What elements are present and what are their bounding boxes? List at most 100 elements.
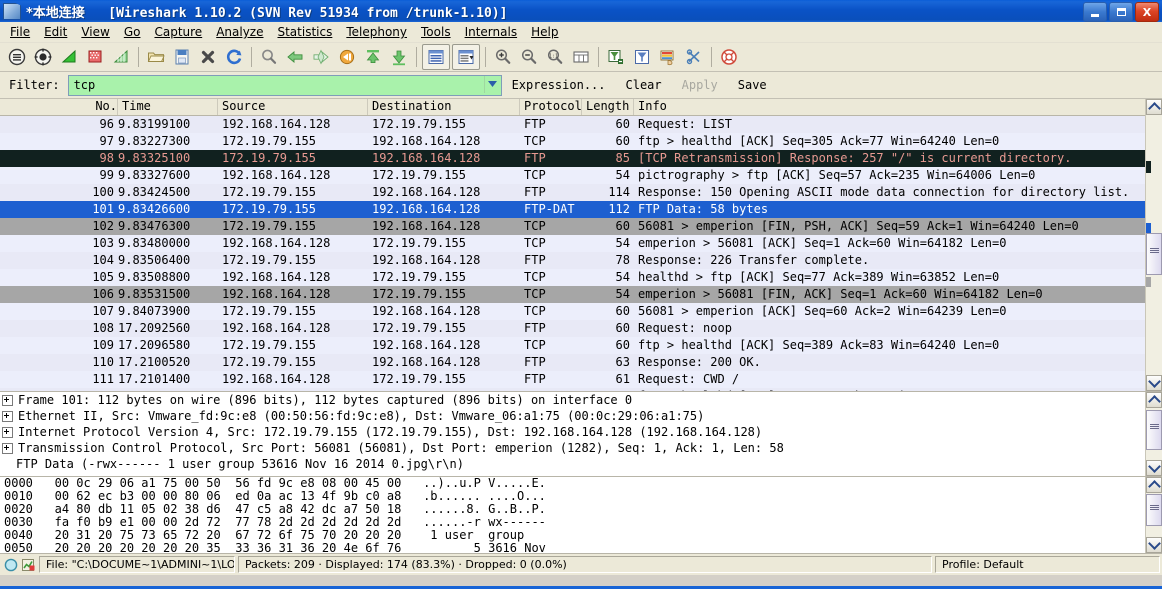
column-header-no[interactable]: No. [0,99,118,115]
column-header-protocol[interactable]: Protocol [520,99,582,115]
reload-icon[interactable] [221,45,247,69]
packet-row[interactable]: 106 9.83531500 192.168.164.128 172.19.79.15… [0,286,1162,303]
scroll-up-button[interactable] [1146,99,1162,115]
go-to-packet-icon[interactable] [334,45,360,69]
detail-tree-row[interactable]: Frame 101: 112 bytes on wire (896 bits),… [0,392,1162,408]
hex-bytes-right: 67 72 6f 75 70 20 20 20 [235,528,402,542]
menu-analyze[interactable]: Analyze [209,23,270,41]
packet-row[interactable]: 102 9.83476300 172.19.79.155 192.168.164.12… [0,218,1162,235]
scroll-thumb[interactable] [1146,410,1162,450]
capture-filters-icon[interactable] [603,45,629,69]
packet-row[interactable]: 105 9.83508800 192.168.164.128 172.19.79.15… [0,269,1162,286]
packet-row[interactable]: 96 9.83199100 192.168.164.128 172.19.79.155… [0,116,1162,133]
menu-view[interactable]: View [74,23,116,41]
menu-go[interactable]: Go [117,23,148,41]
menu-help[interactable]: Help [524,23,565,41]
packet-row[interactable]: 109 17.2096580 172.19.79.155 192.168.164.12… [0,337,1162,354]
apply-filter-button[interactable]: Apply [672,78,728,92]
scroll-up-button[interactable] [1146,477,1162,493]
expression-button[interactable]: Expression... [502,78,616,92]
zoom-reset-icon[interactable]: 1:1 [542,45,568,69]
scroll-thumb[interactable] [1146,233,1162,275]
menu-internals[interactable]: Internals [458,23,525,41]
packet-row[interactable]: 100 9.83424500 172.19.79.155 192.168.164.12… [0,184,1162,201]
resize-columns-icon[interactable] [568,45,594,69]
open-file-icon[interactable] [143,45,169,69]
preferences-icon[interactable] [681,45,707,69]
packet-row[interactable]: 99 9.83327600 192.168.164.128 172.19.79.155… [0,167,1162,184]
column-header-destination[interactable]: Destination [368,99,520,115]
packet-row[interactable]: 107 9.84073900 172.19.79.155 192.168.164.12… [0,303,1162,320]
detail-tree-row[interactable]: Internet Protocol Version 4, Src: 172.19… [0,424,1162,440]
coloring-rules-icon[interactable] [655,45,681,69]
packet-row[interactable]: 97 9.83227300 172.19.79.155 192.168.164.128… [0,133,1162,150]
packet-row[interactable]: 104 9.83506400 172.19.79.155 192.168.164.12… [0,252,1162,269]
go-to-last-icon[interactable] [386,45,412,69]
column-header-source[interactable]: Source [218,99,368,115]
packet-cell-length: 61 [615,372,630,386]
packet-row[interactable]: 108 17.2092560 192.168.164.128 172.19.79.15… [0,320,1162,337]
packet-list-scrollbar[interactable] [1145,99,1162,391]
expand-icon[interactable] [2,394,13,406]
menu-edit[interactable]: Edit [37,23,74,41]
hex-dump-row[interactable]: 0050 20 20 20 20 20 20 20 35 33 36 31 36… [0,542,1162,554]
packet-row[interactable]: 110 17.2100520 172.19.79.155 192.168.164.12… [0,354,1162,371]
packet-bytes-scrollbar[interactable] [1145,477,1162,553]
restart-capture-icon[interactable] [108,45,134,69]
packet-row[interactable]: 101 9.83426600 172.19.79.155 192.168.164.12… [0,201,1162,218]
menu-capture[interactable]: Capture [147,23,209,41]
expand-icon[interactable] [2,410,13,422]
scroll-down-button[interactable] [1146,460,1162,476]
go-forward-icon[interactable] [308,45,334,69]
start-capture-icon[interactable] [56,45,82,69]
zoom-out-icon[interactable] [516,45,542,69]
scroll-down-button[interactable] [1146,375,1162,391]
packet-row[interactable]: 103 9.83480000 192.168.164.128 172.19.79.15… [0,235,1162,252]
packet-cell-protocol: FTP [524,185,546,199]
packet-details-scrollbar[interactable] [1145,392,1162,476]
maximize-button[interactable] [1109,2,1133,22]
display-filters-icon[interactable] [629,45,655,69]
help-contents-icon[interactable] [716,45,742,69]
packet-row[interactable]: 98 9.83325100 172.19.79.155 192.168.164.128… [0,150,1162,167]
autoscroll-icon[interactable] [422,44,450,70]
chevron-down-icon[interactable] [483,75,501,93]
packet-cell-length: 60 [615,117,630,131]
minimize-button[interactable] [1083,2,1107,22]
column-header-info[interactable]: Info [634,99,1162,115]
menu-statistics[interactable]: Statistics [270,23,339,41]
detail-tree-row[interactable]: Ethernet II, Src: Vmware_fd:9c:e8 (00:50… [0,408,1162,424]
expand-icon[interactable] [2,426,13,438]
find-packet-icon[interactable] [256,45,282,69]
hex-offset: 0010 [4,489,33,503]
go-to-first-icon[interactable] [360,45,386,69]
zoom-in-icon[interactable] [490,45,516,69]
detail-tree-row[interactable]: Transmission Control Protocol, Src Port:… [0,440,1162,456]
status-profile[interactable]: Profile: Default [935,556,1160,573]
close-button[interactable]: X [1135,2,1159,22]
filter-input[interactable]: tcp [67,74,502,96]
scroll-thumb[interactable] [1146,494,1162,526]
close-file-icon[interactable] [195,45,221,69]
go-back-icon[interactable] [282,45,308,69]
menu-telephony[interactable]: Telephony [339,23,414,41]
capture-options-icon[interactable] [30,45,56,69]
column-header-time[interactable]: Time [118,99,218,115]
colorize-icon[interactable] [452,44,480,70]
scroll-down-button[interactable] [1146,537,1162,553]
menu-file[interactable]: File [3,23,37,41]
save-file-icon[interactable] [169,45,195,69]
save-filter-button[interactable]: Save [728,78,777,92]
expand-icon[interactable] [2,442,13,454]
column-header-length[interactable]: Length [582,99,634,115]
interfaces-icon[interactable] [4,45,30,69]
clear-filter-button[interactable]: Clear [616,78,672,92]
stop-capture-icon[interactable] [82,45,108,69]
scroll-up-button[interactable] [1146,392,1162,408]
expert-info-icon[interactable] [19,557,36,573]
packet-row[interactable]: 111 17.2101400 192.168.164.128 172.19.79.15… [0,371,1162,388]
packet-cell-source: 172.19.79.155 [222,304,316,318]
menu-tools[interactable]: Tools [414,23,458,41]
ready-icon[interactable] [2,557,19,573]
detail-tree-row[interactable]: FTP Data (-rwx------ 1 user group 53616 … [0,456,1162,472]
